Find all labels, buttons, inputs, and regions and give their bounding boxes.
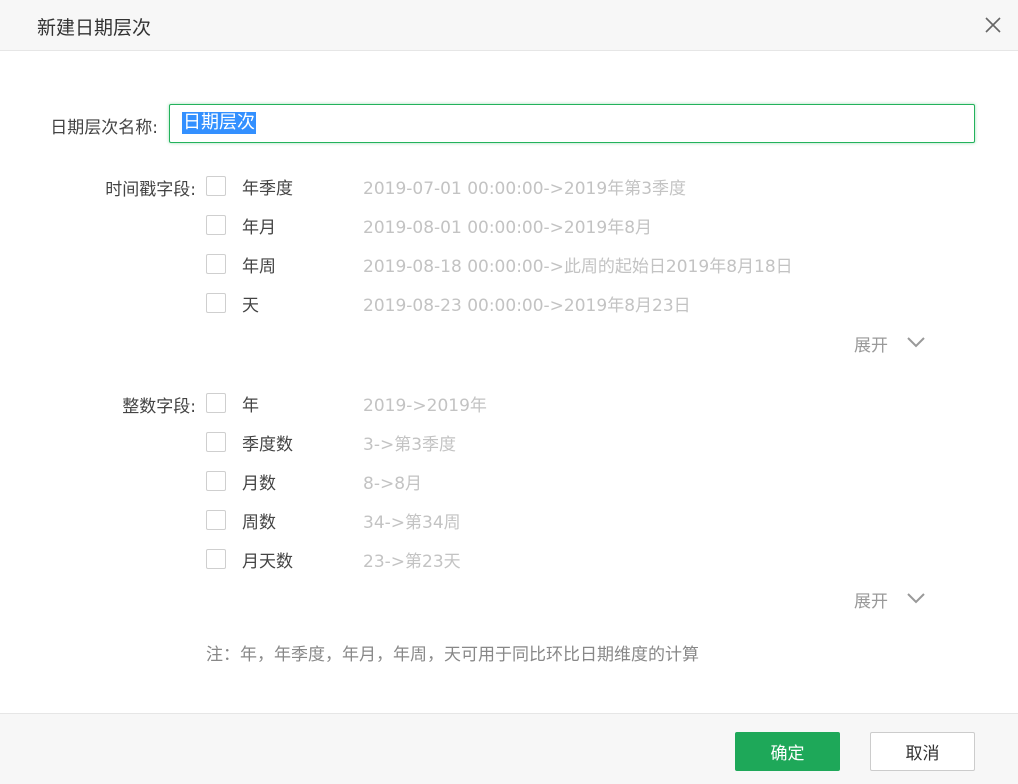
checkbox[interactable] — [206, 549, 226, 569]
integer-section-label: 整数字段: — [122, 397, 196, 417]
option-example: 2019-07-01 00:00:00->2019年第3季度 — [363, 179, 687, 199]
dialog-header: 新建日期层次 — [0, 0, 1018, 51]
timestamp-section-label: 时间戳字段: — [105, 180, 196, 200]
cancel-button[interactable]: 取消 — [870, 732, 975, 771]
checkbox[interactable] — [206, 176, 226, 196]
option-example: 34->第34周 — [363, 513, 461, 533]
option-label: 年 — [242, 396, 259, 416]
dialog-title: 新建日期层次 — [37, 17, 152, 39]
option-label: 月天数 — [242, 552, 293, 572]
option-example: 3->第3季度 — [363, 435, 457, 455]
checkbox[interactable] — [206, 432, 226, 452]
checkbox[interactable] — [206, 510, 226, 530]
option-label: 年周 — [242, 257, 276, 277]
option-example: 2019-08-18 00:00:00->此周的起始日2019年8月18日 — [363, 257, 793, 277]
option-example: 23->第23天 — [363, 552, 461, 572]
chevron-down-icon — [907, 337, 925, 348]
usage-note: 注：年，年季度，年月，年周，天可用于同比环比日期维度的计算 — [206, 645, 699, 665]
checkbox[interactable] — [206, 393, 226, 413]
checkbox[interactable] — [206, 293, 226, 313]
chevron-down-icon — [907, 593, 925, 604]
name-field-label: 日期层次名称: — [50, 118, 158, 138]
expand-label: 展开 — [854, 592, 888, 612]
option-label: 年季度 — [242, 179, 293, 199]
option-label: 周数 — [242, 513, 276, 533]
option-example: 2019->2019年 — [363, 396, 487, 416]
checkbox[interactable] — [206, 471, 226, 491]
option-label: 年月 — [242, 218, 276, 238]
dialog-footer — [0, 713, 1018, 784]
hierarchy-name-value: 日期层次 — [182, 112, 256, 134]
option-label: 月数 — [242, 474, 276, 494]
option-label: 季度数 — [242, 435, 293, 455]
close-icon[interactable] — [980, 12, 1006, 38]
checkbox[interactable] — [206, 254, 226, 274]
option-label: 天 — [242, 296, 259, 316]
confirm-button[interactable]: 确定 — [735, 732, 840, 771]
hierarchy-name-input[interactable]: 日期层次 — [169, 104, 975, 143]
option-example: 8->8月 — [363, 474, 423, 494]
expand-label: 展开 — [854, 336, 888, 356]
option-example: 2019-08-23 00:00:00->2019年8月23日 — [363, 296, 691, 316]
option-example: 2019-08-01 00:00:00->2019年8月 — [363, 218, 653, 238]
checkbox[interactable] — [206, 215, 226, 235]
